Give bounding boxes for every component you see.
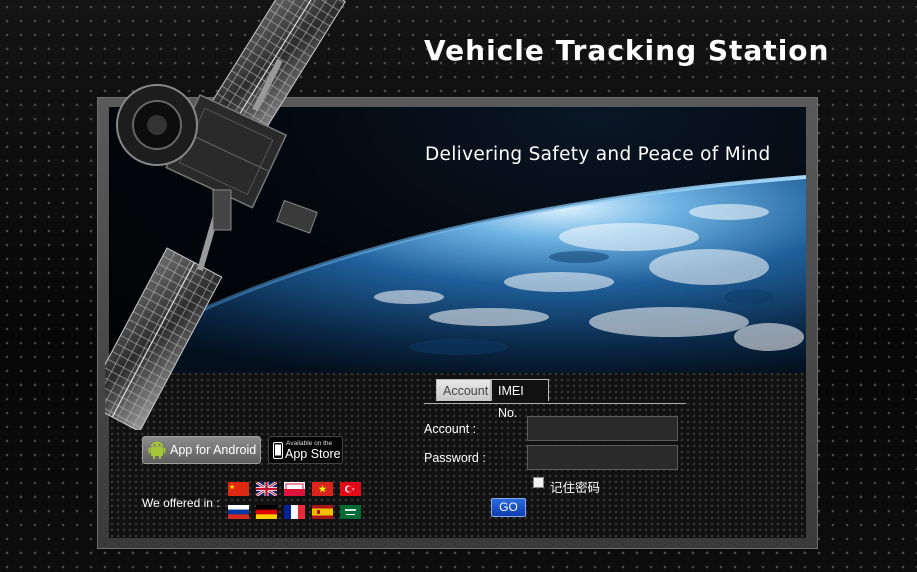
iphone-icon [273,442,283,459]
spain-flag[interactable] [312,505,333,519]
vietnam-flag[interactable] [312,482,333,496]
china-flag[interactable] [228,482,249,496]
android-icon [148,441,166,459]
android-app-label: App for Android [170,443,257,457]
france-flag[interactable] [284,505,305,519]
satellite-image [105,0,346,430]
password-input[interactable] [527,445,678,470]
app-store-caption: Available on the [286,440,333,447]
remember-password-label: 记住密码 [550,481,601,495]
turkey-flag[interactable] [340,482,361,496]
account-label: Account : [424,422,477,436]
remember-password-checkbox[interactable] [533,477,544,488]
saudi-arabia-flag[interactable] [340,505,361,519]
android-app-button[interactable]: App for Android [142,436,261,464]
page-title: Vehicle Tracking Station [424,34,830,67]
password-label: Password : [424,451,486,465]
go-button[interactable]: GO [491,498,526,517]
poland-flag[interactable] [284,482,305,496]
account-input[interactable] [527,416,678,441]
app-store-label: App Store [285,447,341,461]
germany-flag[interactable] [256,505,277,519]
languages-label: We offered in : [142,496,220,510]
banner-tagline: Delivering Safety and Peace of Mind [425,144,771,165]
russia-flag[interactable] [228,505,249,519]
tab-imei[interactable]: IMEI No. [491,379,549,420]
app-store-button[interactable]: Available on the App Store [268,436,343,464]
tab-account[interactable]: Account [436,379,491,401]
login-tabs: Account IMEI No. [424,379,686,420]
uk-flag[interactable] [256,482,277,496]
